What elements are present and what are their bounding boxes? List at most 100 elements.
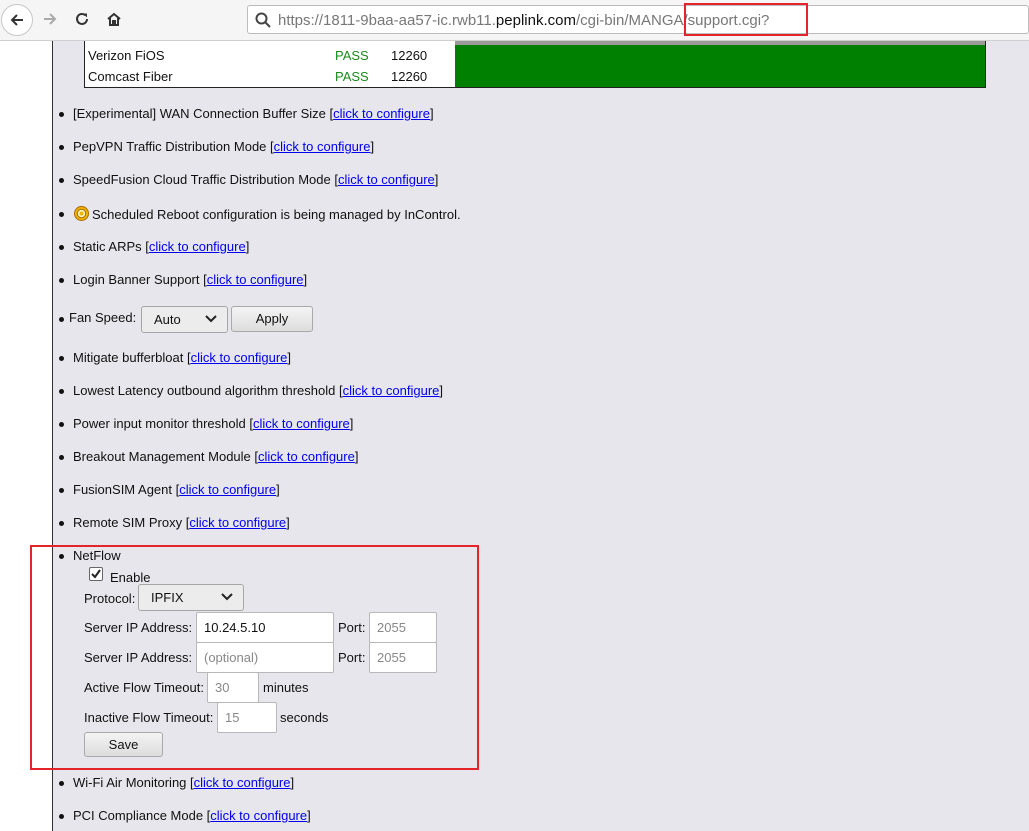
back-button[interactable] — [1, 4, 33, 36]
item-label: Remote SIM Proxy — [73, 515, 183, 530]
item-label: Static ARPs — [73, 239, 142, 254]
chevron-down-icon — [205, 315, 217, 323]
configure-link-pepvpn[interactable]: click to configure — [274, 139, 371, 154]
wan-status: PASS — [335, 69, 369, 84]
configure-link-wifi-air[interactable]: click to configure — [194, 775, 291, 790]
wan-value: 12260 — [391, 69, 428, 84]
url-path: /cgi-bin/MANGA/support.cgi? — [575, 12, 770, 29]
protocol-select[interactable]: IPFIX — [138, 584, 244, 611]
reload-button[interactable] — [66, 3, 98, 35]
list-bullet — [59, 455, 64, 460]
configure-link-lowest-latency[interactable]: click to configure — [343, 383, 440, 398]
server1-ip-input[interactable]: 10.24.5.10 — [196, 612, 334, 643]
checkmark-icon — [91, 569, 101, 579]
list-item-fusionsim: FusionSIM Agent [click to configure] — [73, 482, 280, 497]
active-timeout-unit: minutes — [263, 680, 309, 695]
server1-label: Server IP Address: — [84, 620, 193, 635]
address-bar[interactable]: https://1811-9baa-aa57-ic.rwb11.peplink.… — [247, 5, 1029, 34]
url-domain: peplink.com — [495, 12, 576, 29]
list-bullet — [59, 278, 64, 283]
list-bullet — [59, 145, 64, 150]
list-bullet — [59, 554, 64, 559]
active-timeout-label: Active Flow Timeout: — [84, 680, 204, 695]
item-label: Scheduled Reboot configuration is being … — [92, 207, 461, 222]
configure-link-fusionsim[interactable]: click to configure — [179, 482, 276, 497]
list-item-bufferbloat: Mitigate bufferbloat [click to configure… — [73, 350, 292, 365]
protocol-value: IPFIX — [151, 590, 184, 605]
incontrol-gear-icon — [74, 206, 89, 221]
item-label: Breakout Management Module — [73, 449, 251, 464]
browser-toolbar: https://1811-9baa-aa57-ic.rwb11.peplink.… — [0, 0, 1029, 41]
list-bullet — [59, 781, 64, 786]
list-bullet — [59, 178, 64, 183]
configure-link-wan-buffer[interactable]: click to configure — [333, 106, 430, 121]
wan-status: PASS — [335, 48, 369, 63]
wan-value: 12260 — [391, 48, 428, 63]
item-label: Lowest Latency outbound algorithm thresh… — [73, 383, 336, 398]
list-bullet — [59, 814, 64, 819]
item-label: PCI Compliance Mode — [73, 808, 204, 823]
list-item-speedfusion-mode: SpeedFusion Cloud Traffic Distribution M… — [73, 172, 439, 187]
url-prefix: https://1811-9baa-aa57-ic.rwb11. — [278, 12, 496, 29]
search-icon — [255, 12, 271, 28]
configure-link-breakout[interactable]: click to configure — [258, 449, 355, 464]
port2-label: Port: — [338, 650, 366, 665]
configure-link-speedfusion[interactable]: click to configure — [338, 172, 435, 187]
support-page: Verizon FiOS PASS 12260 Comcast Fiber PA… — [53, 41, 1029, 831]
list-item-pepvpn-mode: PepVPN Traffic Distribution Mode [click … — [73, 139, 375, 154]
fan-speed-label: Fan Speed: — [69, 310, 137, 325]
configure-link-login-banner[interactable]: click to configure — [207, 272, 304, 287]
port1-input[interactable]: 2055 — [369, 612, 437, 643]
list-item-pci: PCI Compliance Mode [click to configure] — [73, 808, 311, 823]
arrow-left-icon — [10, 14, 23, 26]
list-bullet — [59, 488, 64, 493]
list-item-lowest-latency: Lowest Latency outbound algorithm thresh… — [73, 383, 444, 398]
configure-link-power-input[interactable]: click to configure — [253, 416, 350, 431]
port2-input[interactable]: 2055 — [369, 642, 437, 673]
table-row: Comcast Fiber PASS 12260 — [85, 66, 985, 87]
wan-bar — [455, 45, 985, 66]
inactive-timeout-input[interactable]: 15 — [217, 702, 277, 733]
configure-link-bufferbloat[interactable]: click to configure — [191, 350, 288, 365]
inactive-timeout-label: Inactive Flow Timeout: — [84, 710, 214, 725]
configure-link-pci[interactable]: click to configure — [210, 808, 307, 823]
list-bullet — [59, 389, 64, 394]
server2-label: Server IP Address: — [84, 650, 193, 665]
active-timeout-input[interactable]: 30 — [207, 672, 259, 703]
configure-link-remote-sim[interactable]: click to configure — [189, 515, 286, 530]
fan-speed-select[interactable]: Auto — [141, 306, 228, 333]
server2-ip-input[interactable]: (optional) — [196, 642, 334, 673]
wan-name: Comcast Fiber — [88, 69, 173, 84]
port1-label: Port: — [338, 620, 366, 635]
inactive-timeout-unit: seconds — [280, 710, 329, 725]
list-item-wan-buffer: [Experimental] WAN Connection Buffer Siz… — [73, 106, 434, 121]
home-icon — [107, 12, 121, 26]
arrow-right-icon — [44, 13, 57, 25]
list-item-static-arps: Static ARPs [click to configure] — [73, 239, 250, 254]
forward-button[interactable] — [34, 3, 66, 35]
item-label: Wi-Fi Air Monitoring — [73, 775, 187, 790]
item-label: Login Banner Support — [73, 272, 200, 287]
list-item-scheduled-reboot: Scheduled Reboot configuration is being … — [73, 205, 461, 223]
item-label: FusionSIM Agent — [73, 482, 172, 497]
list-item-login-banner: Login Banner Support [click to configure… — [73, 272, 308, 287]
configure-link-static-arps[interactable]: click to configure — [149, 239, 246, 254]
fan-speed-value: Auto — [154, 312, 181, 327]
list-bullet — [59, 521, 64, 526]
item-label: Power input monitor threshold — [73, 416, 246, 431]
list-bullet — [59, 245, 64, 250]
fan-apply-button[interactable]: Apply — [231, 306, 313, 332]
netflow-save-button[interactable]: Save — [84, 732, 163, 757]
home-button[interactable] — [98, 3, 130, 35]
wan-name: Verizon FiOS — [88, 48, 165, 63]
item-label: PepVPN Traffic Distribution Mode — [73, 139, 267, 154]
item-label: SpeedFusion Cloud Traffic Distribution M… — [73, 172, 331, 187]
wan-bar — [455, 66, 985, 87]
list-item-wifi-air: Wi-Fi Air Monitoring [click to configure… — [73, 775, 295, 790]
url-text: https://1811-9baa-aa57-ic.rwb11.peplink.… — [278, 12, 769, 29]
netflow-enable-checkbox[interactable] — [89, 567, 103, 581]
list-bullet — [59, 422, 64, 427]
wan-health-table: Verizon FiOS PASS 12260 Comcast Fiber PA… — [84, 41, 986, 88]
netflow-title: NetFlow — [73, 548, 121, 563]
protocol-label: Protocol: — [84, 591, 136, 606]
